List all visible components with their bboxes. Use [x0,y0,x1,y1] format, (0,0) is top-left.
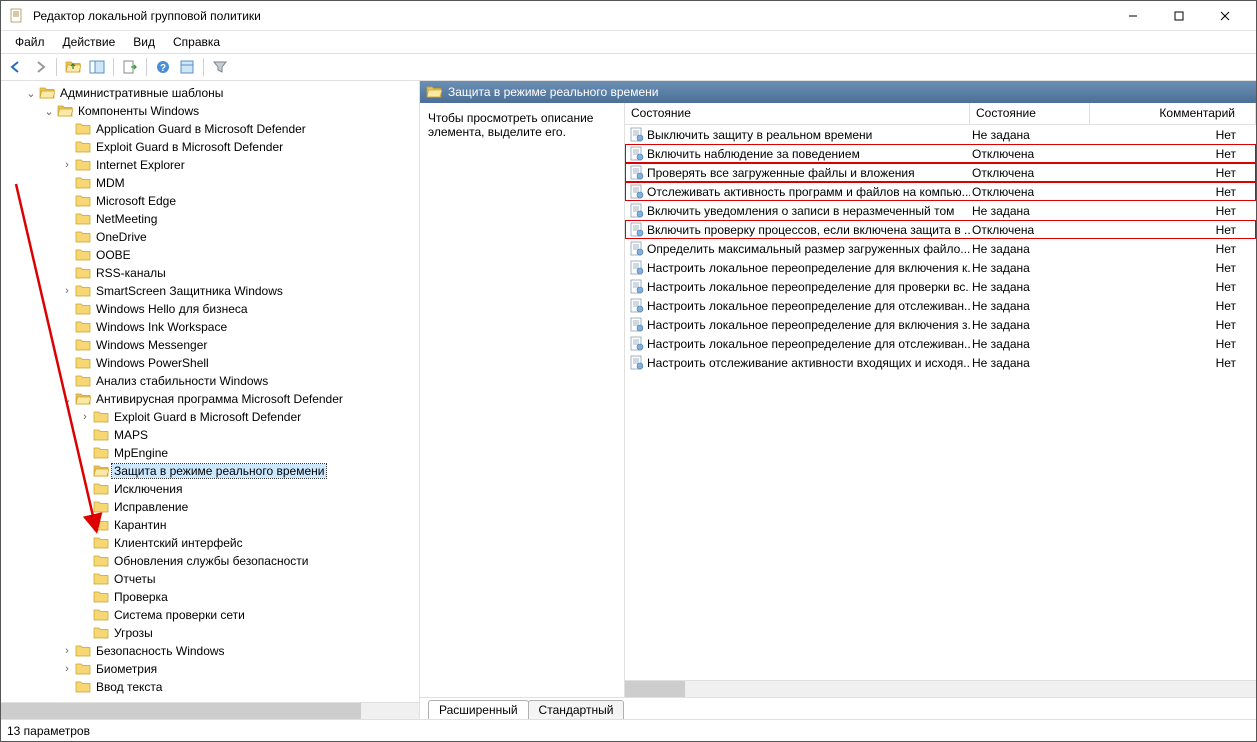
list-header-title: Защита в режиме реального времени [448,85,658,99]
tree-h-scrollbar[interactable] [1,702,419,719]
tree-item[interactable]: ▸Application Guard в Microsoft Defender [1,120,419,138]
status-bar: 13 параметров [1,719,1256,741]
tree-item[interactable]: ▸Exploit Guard в Microsoft Defender [1,138,419,156]
tree-item[interactable]: ▸Система проверки сети [1,606,419,624]
tree-item[interactable]: ▸Windows PowerShell [1,354,419,372]
tree-pane[interactable]: ⌄Административные шаблоны⌄Компоненты Win… [1,81,420,719]
list-h-scrollbar[interactable] [625,680,1256,697]
policy-row[interactable]: Определить максимальный размер загруженн… [625,239,1256,258]
close-button[interactable] [1202,1,1248,31]
tree-item[interactable]: ›SmartScreen Защитника Windows [1,282,419,300]
export-button[interactable] [119,56,141,78]
tree-item[interactable]: ▸Проверка [1,588,419,606]
tab-extended[interactable]: Расширенный [428,700,529,719]
tab-standard[interactable]: Стандартный [528,700,625,719]
toolbar: ? [1,53,1256,81]
tree-item[interactable]: ▸Защита в режиме реального времени [1,462,419,480]
menu-file[interactable]: Файл [7,33,53,51]
description-text: Чтобы просмотреть описание элемента, выд… [428,111,616,139]
tree-item[interactable]: ▸MpEngine [1,444,419,462]
tree-item[interactable]: ▸Microsoft Edge [1,192,419,210]
tree-item[interactable]: ▸OneDrive [1,228,419,246]
tree-item[interactable]: ▸Исправление [1,498,419,516]
policy-row[interactable]: Проверять все загруженные файлы и вложен… [625,163,1256,182]
window-title: Редактор локальной групповой политики [33,9,1110,23]
app-icon [9,8,25,24]
tree-item[interactable]: ▸OOBE [1,246,419,264]
title-bar: Редактор локальной групповой политики [1,1,1256,31]
forward-button[interactable] [29,56,51,78]
list-pane: Защита в режиме реального времени Чтобы … [420,81,1256,719]
show-tree-button[interactable] [86,56,108,78]
filter-button[interactable] [209,56,231,78]
policy-row[interactable]: Включить уведомления о записи в неразмеч… [625,201,1256,220]
policy-row[interactable]: Настроить отслеживание активности входящ… [625,353,1256,372]
policy-row[interactable]: Включить наблюдение за поведением Отключ… [625,144,1256,163]
tree-item[interactable]: ▸Угрозы [1,624,419,642]
up-folder-button[interactable] [62,56,84,78]
policy-row[interactable]: Настроить локальное переопределение для … [625,277,1256,296]
tree-item[interactable]: ▸Windows Ink Workspace [1,318,419,336]
main-area: ⌄Административные шаблоны⌄Компоненты Win… [1,81,1256,719]
properties-button[interactable] [176,56,198,78]
policy-row[interactable]: Настроить локальное переопределение для … [625,296,1256,315]
column-headers: Состояние Состояние Комментарий [625,103,1256,125]
tree-item[interactable]: ▸NetMeeting [1,210,419,228]
policy-row[interactable]: Выключить защиту в реальном времени Не з… [625,125,1256,144]
policy-row[interactable]: Настроить локальное переопределение для … [625,315,1256,334]
items-column: Состояние Состояние Комментарий Выключит… [625,103,1256,697]
tree-item[interactable]: ▸Обновления службы безопасности [1,552,419,570]
tree-item[interactable]: ▸Исключения [1,480,419,498]
tree-item[interactable]: ›Exploit Guard в Microsoft Defender [1,408,419,426]
tree-item[interactable]: ▸Windows Hello для бизнеса [1,300,419,318]
policy-row[interactable]: Включить проверку процессов, если включе… [625,220,1256,239]
tree-item[interactable]: ▸MAPS [1,426,419,444]
tree-item[interactable]: ›Internet Explorer [1,156,419,174]
tree-item[interactable]: ⌄Компоненты Windows [1,102,419,120]
minimize-button[interactable] [1110,1,1156,31]
list-header-bar: Защита в режиме реального времени [420,81,1256,103]
view-tabs: Расширенный Стандартный [420,697,1256,719]
tree-item[interactable]: ▸Анализ стабильности Windows [1,372,419,390]
description-column: Чтобы просмотреть описание элемента, выд… [420,103,625,697]
tree-item[interactable]: ▸Отчеты [1,570,419,588]
menu-help[interactable]: Справка [165,33,228,51]
tree-item[interactable]: ▸MDM [1,174,419,192]
back-button[interactable] [5,56,27,78]
col-header-comment[interactable]: Комментарий [1090,103,1256,124]
tree-item[interactable]: ⌄Административные шаблоны [1,84,419,102]
menu-view[interactable]: Вид [125,33,163,51]
col-header-state[interactable]: Состояние [970,103,1090,124]
help-button[interactable]: ? [152,56,174,78]
tree-item[interactable]: ▸Клиентский интерфейс [1,534,419,552]
tree-item[interactable]: ▸Windows Messenger [1,336,419,354]
tree-item[interactable]: ⌄Антивирусная программа Microsoft Defend… [1,390,419,408]
tree-item[interactable]: ›Безопасность Windows [1,642,419,660]
tree-item[interactable]: ▸Карантин [1,516,419,534]
folder-icon [426,84,442,100]
tree-item[interactable]: ▸RSS-каналы [1,264,419,282]
menu-action[interactable]: Действие [55,33,124,51]
tree-item[interactable]: ›Биометрия [1,660,419,678]
col-header-name[interactable]: Состояние [625,103,970,124]
menu-bar: Файл Действие Вид Справка [1,31,1256,53]
policy-row[interactable]: Настроить локальное переопределение для … [625,334,1256,353]
maximize-button[interactable] [1156,1,1202,31]
status-text: 13 параметров [7,724,90,738]
policy-row[interactable]: Настроить локальное переопределение для … [625,258,1256,277]
tree-item[interactable]: ▸Ввод текста [1,678,419,696]
svg-text:?: ? [160,63,166,74]
policy-row[interactable]: Отслеживать активность программ и файлов… [625,182,1256,201]
